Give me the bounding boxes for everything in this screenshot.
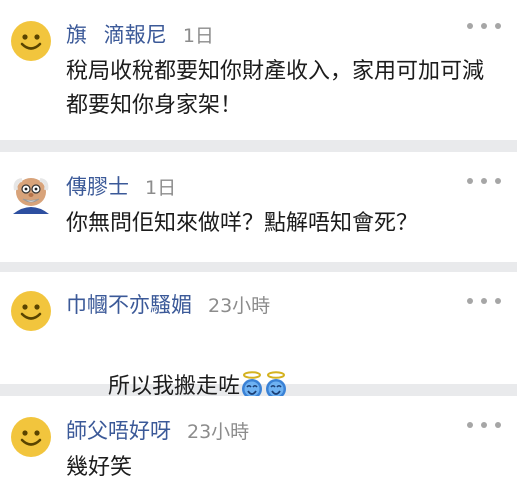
comment-card: 傳膠士 1日 你無問佢知來做咩？點解唔知會死？	[0, 152, 517, 262]
comment-text: 幾好笑	[66, 455, 133, 480]
comment-author[interactable]: 師父唔好呀	[66, 415, 171, 445]
comment-meta: 巾幗不亦騷媚 23小時	[66, 289, 270, 319]
comment-card: 巾幗不亦騷媚 23小時 所以我搬走咗	[0, 272, 517, 399]
comment-time[interactable]: 1日	[183, 21, 214, 48]
comment-time[interactable]: 1日	[145, 173, 176, 200]
comment-meta: 旗滴報尼 1日	[66, 19, 214, 49]
comment-meta: 師父唔好呀 23小時	[66, 415, 249, 445]
comment-time[interactable]: 23小時	[208, 291, 270, 318]
comment-card: 師父唔好呀 23小時 幾好笑	[0, 396, 517, 502]
comment-feed: 旗滴報尼 1日 稅局收稅都要知你財產收入，家用可加可減都要知你身家架！ 傳膠士	[0, 0, 517, 502]
comment-author[interactable]: 旗滴報尼	[66, 19, 167, 49]
comment-text: 稅局收稅都要知你財產收入，家用可加可減都要知你身家架！	[66, 59, 485, 118]
smiley-icon[interactable]	[10, 416, 52, 458]
more-options-icon[interactable]	[467, 418, 501, 432]
comment-meta: 傳膠士 1日	[66, 171, 176, 201]
comment-card: 旗滴報尼 1日 稅局收稅都要知你財產收入，家用可加可減都要知你身家架！	[0, 0, 517, 140]
comment-text: 你無問佢知來做咩？點解唔知會死？	[66, 211, 419, 236]
smiley-icon[interactable]	[10, 20, 52, 62]
old-man-avatar[interactable]	[10, 172, 52, 214]
comment-author[interactable]: 巾幗不亦騷媚	[66, 289, 192, 319]
comment-time[interactable]: 23小時	[187, 417, 249, 444]
more-options-icon[interactable]	[467, 174, 501, 188]
more-options-icon[interactable]	[467, 294, 501, 308]
more-options-icon[interactable]	[467, 19, 501, 33]
comment-author[interactable]: 傳膠士	[66, 171, 129, 201]
smiley-icon[interactable]	[10, 290, 52, 332]
